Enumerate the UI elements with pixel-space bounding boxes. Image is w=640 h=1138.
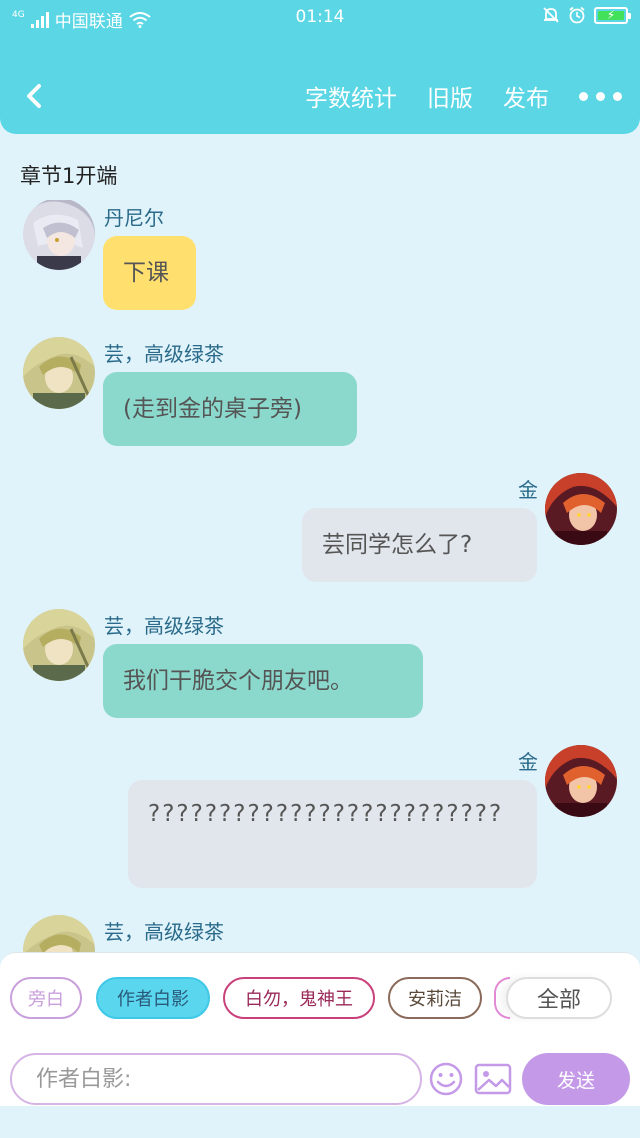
sender-name: 芸，高级绿茶 — [104, 920, 224, 944]
more-dot-icon — [613, 91, 622, 101]
message-bubble[interactable]: (走到金的桌子旁) — [103, 372, 357, 446]
battery-icon: ⚡ — [594, 6, 631, 24]
message-bubble[interactable]: ????????????????????????? — [128, 780, 537, 888]
mute-bell-icon — [543, 7, 559, 23]
role-tag-narration[interactable]: 旁白 — [10, 977, 82, 1019]
word-count-button[interactable]: 字数统计 — [305, 79, 397, 113]
message-bubble[interactable]: 下课 — [103, 236, 196, 310]
more-dot-icon — [596, 91, 605, 101]
sender-name: 丹尼尔 — [104, 206, 164, 230]
role-tags: 旁白 作者白影 白勿，鬼神王 安莉洁 全部 — [0, 977, 640, 1021]
nav-actions: 字数统计 旧版 发布 — [305, 78, 622, 114]
role-tag-character[interactable]: 安莉洁 — [388, 977, 482, 1019]
sender-name: 金 — [518, 750, 538, 774]
back-button[interactable] — [18, 80, 50, 112]
compose-panel: 旁白 作者白影 白勿，鬼神王 安莉洁 全部 发送 — [0, 952, 640, 1112]
all-roles-button[interactable]: 全部 — [506, 977, 612, 1019]
blonde-character-avatar — [23, 915, 95, 952]
avatar-blonde[interactable] — [23, 915, 95, 952]
send-button[interactable]: 发送 — [522, 1053, 630, 1105]
message-bubble[interactable]: 我们干脆交个朋友吧。 — [103, 644, 423, 718]
emoji-icon[interactable] — [428, 1061, 464, 1097]
publish-button[interactable]: 发布 — [503, 79, 549, 113]
status-bar: 4G 中国联通 01:14 ⚡ — [0, 0, 640, 34]
status-right: ⚡ — [542, 6, 631, 24]
nav-bar: 字数统计 旧版 发布 — [0, 70, 640, 122]
bottom-strip — [0, 1106, 640, 1138]
avatar-red-hair[interactable] — [545, 473, 617, 545]
app-header: 4G 中国联通 01:14 ⚡ 字数统计 旧版 发布 — [0, 0, 640, 134]
image-icon[interactable] — [474, 1061, 512, 1097]
alarm-icon — [569, 6, 585, 24]
more-button[interactable] — [579, 78, 622, 114]
sender-name: 芸，高级绿茶 — [104, 342, 224, 366]
old-version-button[interactable]: 旧版 — [427, 79, 473, 113]
role-tag-author-selected[interactable]: 作者白影 — [96, 977, 210, 1019]
chevron-left-icon — [27, 84, 41, 108]
role-tag-character[interactable]: 白勿，鬼神王 — [223, 977, 375, 1019]
avatar-red-hair[interactable] — [545, 745, 617, 817]
red-hair-character-avatar — [545, 473, 617, 545]
sender-name: 金 — [518, 478, 538, 502]
blonde-character-avatar — [23, 609, 95, 681]
message-input[interactable] — [10, 1053, 422, 1105]
avatar-blonde[interactable] — [23, 337, 95, 409]
charging-icon: ⚡ — [606, 8, 616, 22]
silver-hair-character-avatar — [23, 200, 95, 270]
avatar-silver-hair[interactable] — [23, 200, 95, 270]
message-bubble[interactable]: 芸同学怎么了? — [302, 508, 537, 582]
chat-area[interactable]: 丹尼尔 下课 芸，高级绿茶 (走到金的桌子旁) 金 芸同学怎么了? 芸，高级绿茶… — [0, 200, 640, 952]
sender-name: 芸，高级绿茶 — [104, 614, 224, 638]
avatar-blonde[interactable] — [23, 609, 95, 681]
red-hair-character-avatar — [545, 745, 617, 817]
input-row: 发送 — [0, 1053, 640, 1107]
more-dot-icon — [579, 91, 588, 101]
blonde-character-avatar — [23, 337, 95, 409]
chapter-title: 章节1开端 — [20, 164, 118, 188]
